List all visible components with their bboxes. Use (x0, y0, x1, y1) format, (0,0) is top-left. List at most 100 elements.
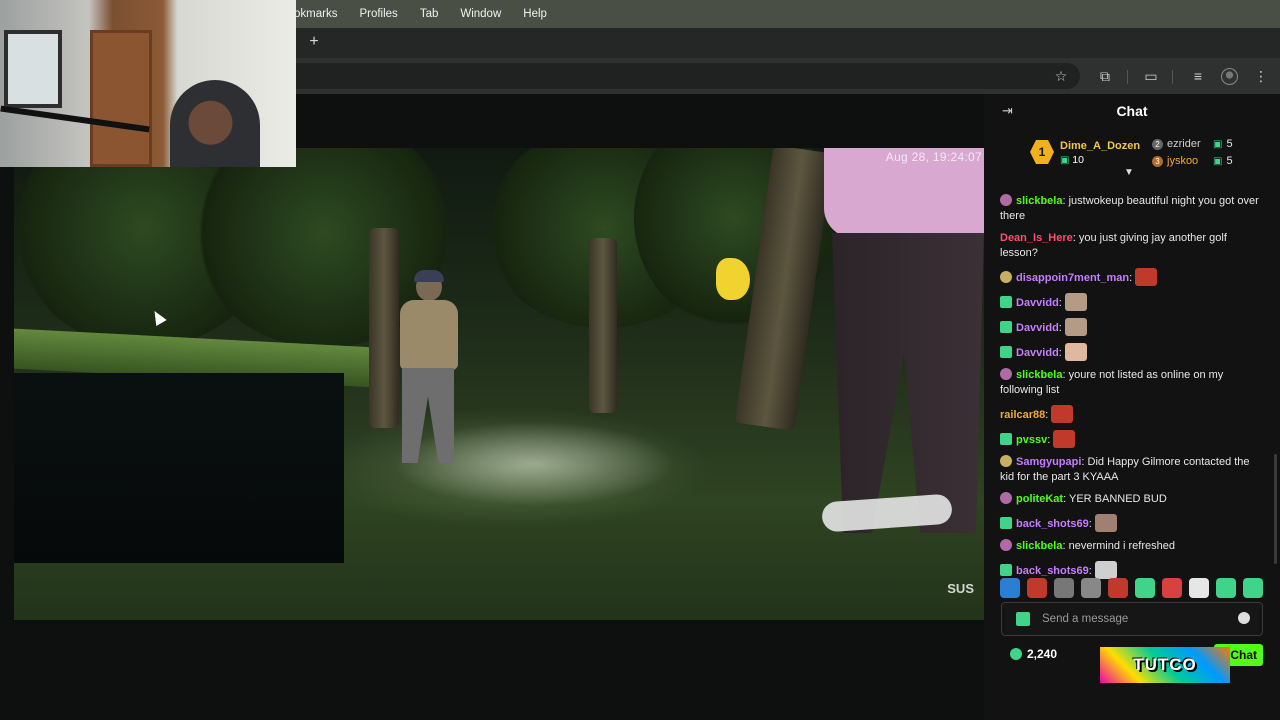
menu-tab[interactable]: Tab (420, 8, 439, 20)
gift-icon: ▣ (1213, 155, 1223, 167)
chat-title: Chat (1116, 103, 1148, 119)
subscriber-badge-icon (1000, 564, 1012, 576)
chat-username[interactable]: back_shots69 (1016, 518, 1089, 530)
quick-emote-button[interactable] (1108, 578, 1128, 598)
menu-items: okmarks Profiles Tab Window Help (294, 8, 547, 20)
menu-window[interactable]: Window (460, 8, 501, 20)
menu-profiles[interactable]: Profiles (359, 8, 397, 20)
chat-username[interactable]: disappoin7ment_man (1016, 272, 1129, 284)
chat-username[interactable]: Samgyupapi (1016, 456, 1081, 468)
chat-username[interactable]: pvssv (1016, 434, 1047, 446)
gift-icon[interactable] (1016, 612, 1030, 626)
chat-text: : (1058, 322, 1062, 334)
emote-image (1064, 318, 1087, 336)
chat-username[interactable]: politeKat (1016, 493, 1063, 505)
chat-text: : (1129, 272, 1133, 284)
quick-emote-button[interactable] (1162, 578, 1182, 598)
emoji-picker-icon[interactable] (1238, 612, 1250, 624)
wall-picture (4, 30, 62, 108)
chat-messages: slickbela: justwokeup beautiful night yo… (984, 194, 1280, 586)
quick-emote-button[interactable] (1243, 578, 1263, 598)
emoji-badge-icon (1000, 271, 1012, 283)
collapse-chat-icon[interactable]: ⇥ (1002, 103, 1013, 119)
quick-emote-button[interactable] (1081, 578, 1101, 598)
leaderboard-score: 5 (1226, 138, 1233, 150)
chat-message: Dean_Is_Here: you just giving jay anothe… (1000, 231, 1264, 261)
chat-username[interactable]: railcar88 (1000, 409, 1045, 421)
emote-image (1064, 343, 1087, 361)
quick-emote-button[interactable] (1135, 578, 1155, 598)
quick-emote-button[interactable] (1000, 578, 1020, 598)
chat-text: : YER BANNED BUD (1063, 493, 1167, 505)
video-player[interactable]: Aug 28, 19:24:07 SUS (0, 94, 984, 720)
chat-text: : (1088, 565, 1092, 577)
rank-badge-icon: 2 (1152, 138, 1163, 150)
og-badge-icon (1000, 368, 1012, 380)
leaderboard-row[interactable]: 2 ezrider ▣ 5 (1152, 138, 1233, 150)
chat-username[interactable]: back_shots69 (1016, 565, 1089, 577)
leaderboard-row[interactable]: 3 jyskoo ▣ 5 (1152, 155, 1233, 167)
address-bar[interactable] (280, 63, 1080, 89)
gift-leaderboard: 1 Dime_A_Dozen ▣ 10 2 ezrider ▣ 5 3 jysk… (984, 128, 1280, 178)
menu-bookmarks[interactable]: okmarks (294, 8, 337, 20)
gift-icon: ▣ (1213, 138, 1223, 150)
video-watermark: SUS (947, 581, 974, 596)
quick-emote-button[interactable] (1054, 578, 1074, 598)
subscriber-badge-icon (1000, 321, 1012, 333)
chat-text: : (1058, 347, 1062, 359)
playlist-icon[interactable]: ≡ (1189, 67, 1207, 85)
leader-name[interactable]: Dime_A_Dozen (1060, 140, 1140, 152)
gift-icon: ▣ (1060, 155, 1073, 166)
subscriber-badge-icon (1000, 346, 1012, 358)
emote-image (1094, 514, 1117, 532)
chat-username[interactable]: Davvidd (1016, 297, 1059, 309)
channel-points[interactable]: 2,240 (1010, 647, 1057, 661)
walking-person-figure (804, 148, 984, 548)
quick-emote-button[interactable] (1216, 578, 1236, 598)
yellow-flag (716, 258, 750, 300)
chat-text: : (1088, 518, 1092, 530)
golfer-shirt (400, 300, 458, 370)
chat-username[interactable]: slickbela (1016, 195, 1062, 207)
chat-scrollbar[interactable] (1274, 454, 1277, 564)
chat-message: back_shots69: (1000, 561, 1264, 579)
emote-image (1094, 561, 1117, 579)
leader-score: ▣ 10 (1060, 154, 1084, 166)
chat-username[interactable]: slickbela (1016, 540, 1062, 552)
expand-leaderboard-icon[interactable]: ▼ (1124, 167, 1134, 178)
tree-trunk (589, 238, 617, 413)
menu-help[interactable]: Help (523, 8, 547, 20)
streamer-figure (170, 80, 260, 167)
chat-message: politeKat: YER BANNED BUD (1000, 492, 1264, 507)
quick-emote-button[interactable] (1189, 578, 1209, 598)
new-tab-button[interactable]: + (305, 32, 323, 52)
chat-username[interactable]: slickbela (1016, 369, 1062, 381)
extensions-icon[interactable]: ⧉ (1096, 67, 1114, 85)
chat-message: Davvidd: (1000, 293, 1264, 311)
chat-message-input[interactable] (1042, 608, 1232, 630)
chat-username[interactable]: Dean_Is_Here (1000, 232, 1073, 244)
emote-image (1051, 405, 1074, 423)
points-value: 2,240 (1027, 647, 1058, 661)
chat-message: Davvidd: (1000, 343, 1264, 361)
kebab-menu-icon[interactable]: ⋮ (1252, 67, 1270, 85)
profile-avatar[interactable] (1221, 68, 1238, 85)
chat-message: Samgyupapi: Did Happy Gilmore contacted … (1000, 455, 1264, 485)
video-frame[interactable]: Aug 28, 19:24:07 SUS (14, 148, 984, 620)
emote-image (1135, 268, 1158, 286)
points-icon (1010, 648, 1022, 660)
chat-message: Davvidd: (1000, 318, 1264, 336)
golfer-cap (414, 270, 444, 282)
chat-message: slickbela: nevermind i refreshed (1000, 539, 1264, 554)
chat-panel: ⇥ Chat 1 Dime_A_Dozen ▣ 10 2 ezrider ▣ 5… (984, 94, 1280, 720)
cast-icon[interactable]: ▭ (1142, 67, 1160, 85)
chat-username[interactable]: Davvidd (1016, 347, 1059, 359)
chat-message: slickbela: justwokeup beautiful night yo… (1000, 194, 1264, 224)
quick-emote-button[interactable] (1027, 578, 1047, 598)
bookmark-star-icon[interactable]: ☆ (1052, 67, 1070, 85)
chat-username[interactable]: Davvidd (1016, 322, 1059, 334)
first-place-medal-icon: 1 (1030, 140, 1054, 164)
chat-input-box[interactable] (1001, 602, 1263, 636)
toolbar-divider (1127, 70, 1128, 84)
chat-text: : nevermind i refreshed (1062, 540, 1175, 552)
